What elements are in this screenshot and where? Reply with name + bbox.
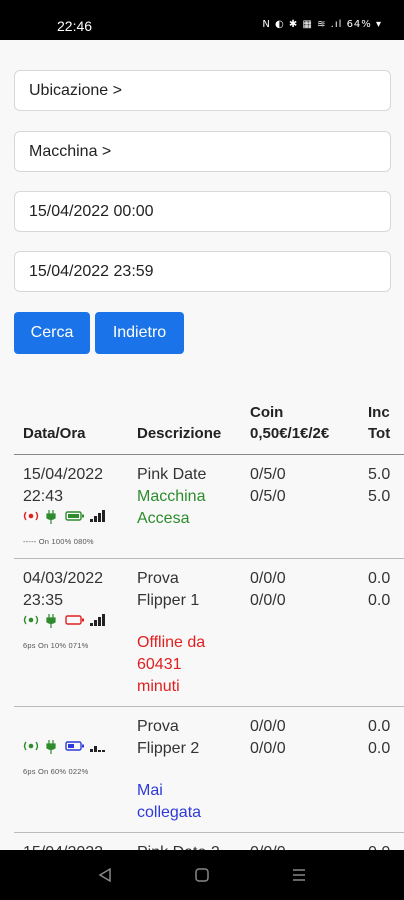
row-incasso: 0.0 [368, 592, 391, 609]
row-time: 22:43 [23, 488, 64, 505]
row-status-line: Macchina [137, 488, 206, 505]
cell-signal-icon [90, 614, 105, 626]
header-coin: Coin [250, 404, 284, 421]
row-description: Flipper 1 [137, 592, 200, 609]
signal-broadcast-icon [23, 615, 39, 625]
power-plug-icon [46, 614, 56, 628]
cell-signal-icon [90, 510, 105, 522]
row-description: Prova [137, 718, 179, 735]
row-status-line: Mai [137, 782, 163, 799]
row-incasso: 0.0 [368, 740, 391, 757]
back-nav-icon[interactable] [98, 868, 112, 882]
power-plug-icon [46, 510, 56, 524]
signal-broadcast-icon [23, 741, 39, 751]
row-date: 04/03/2022 [23, 570, 104, 587]
row-incasso: 0.0 [368, 842, 390, 850]
row-status-line: Accesa [137, 510, 190, 527]
row-divider [14, 558, 404, 559]
status-bar: 22:46 N ◐ ✱ ▦ ≋ .ıl 64% ▾ [0, 0, 404, 40]
row-coin: 0/5/0 [250, 488, 286, 505]
header-datetime: Data/Ora [23, 425, 86, 442]
row-description: Pink Date [137, 466, 207, 483]
row-incasso: 5.0 [368, 466, 391, 483]
row-description: Pink Date 2 [137, 842, 220, 850]
header-coin-values: 0,50€/1€/2€ [250, 425, 330, 442]
back-button[interactable]: Indietro [95, 312, 184, 354]
row-coin: 0/0/0 [250, 718, 286, 735]
row-date: 15/04/2022 [23, 466, 104, 483]
navigation-bar [0, 850, 404, 900]
row-status-line: 60431 [137, 656, 182, 673]
row-device-stats: 6ps On 10% 071% [23, 641, 89, 650]
row-date: 15/04/2022 [23, 842, 103, 850]
date-from-field[interactable]: 15/04/2022 00:00 [14, 191, 391, 232]
row-coin: 0/0/0 [250, 570, 286, 587]
row-divider [14, 832, 404, 833]
row-time: 23:35 [23, 592, 64, 609]
row-status-line: Offline da [137, 634, 206, 651]
status-icons: N ◐ ✱ ▦ ≋ .ıl 64% ▾ [262, 19, 382, 30]
row-coin: 0/0/0 [250, 592, 286, 609]
row-status-line: collegata [137, 804, 202, 821]
row-divider [14, 706, 404, 707]
row-description: Flipper 2 [137, 740, 200, 757]
row-coin: 0/0/0 [250, 842, 286, 850]
row-incasso: 0.0 [368, 570, 391, 587]
header-description: Descrizione [137, 425, 222, 442]
row-description: Prova [137, 570, 179, 587]
status-time: 22:46 [57, 18, 93, 34]
macchina-selector[interactable]: Macchina > [14, 131, 391, 172]
signal-broadcast-icon [23, 511, 39, 521]
row-coin: 0/5/0 [250, 466, 286, 483]
header-incasso: Inc [368, 404, 390, 421]
row-incasso: 5.0 [368, 488, 391, 505]
power-plug-icon [46, 740, 56, 754]
cell-signal-icon [90, 746, 105, 752]
header-divider [14, 454, 404, 455]
row-device-stats: 6ps On 60% 022% [23, 767, 89, 776]
header-totale: Tot [368, 425, 391, 442]
home-nav-icon[interactable] [195, 868, 209, 882]
recents-nav-icon[interactable] [292, 868, 306, 882]
battery-full-icon [65, 511, 84, 521]
row-incasso: 0.0 [368, 718, 391, 735]
battery-medium-icon [65, 741, 84, 751]
row-status-line: minuti [137, 678, 180, 695]
row-coin: 0/0/0 [250, 740, 286, 757]
row-device-stats: ----- On 100% 080% [23, 537, 94, 546]
battery-low-icon [65, 615, 84, 625]
search-button[interactable]: Cerca [14, 312, 90, 354]
ubicazione-selector[interactable]: Ubicazione > [14, 70, 391, 111]
main-content: Ubicazione > Macchina > 15/04/2022 00:00… [0, 40, 404, 850]
date-to-field[interactable]: 15/04/2022 23:59 [14, 251, 391, 292]
